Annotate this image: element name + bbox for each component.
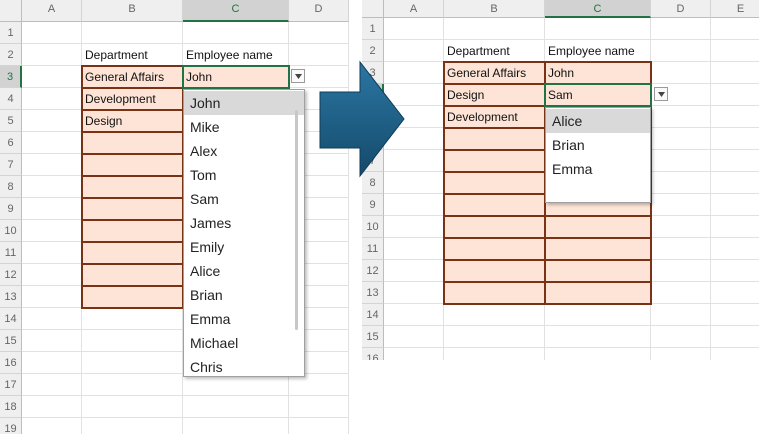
scrollbar-thumb[interactable] xyxy=(295,110,298,330)
row-header-1[interactable]: 1 xyxy=(0,22,22,44)
row-header-12[interactable]: 12 xyxy=(0,264,22,286)
chevron-down-icon xyxy=(295,74,302,79)
dropdown-option[interactable]: Emma xyxy=(184,307,304,331)
row-header-13[interactable]: 13 xyxy=(362,282,384,304)
row-header-10[interactable]: 10 xyxy=(0,220,22,242)
dropdown-option[interactable]: Alex xyxy=(184,139,304,163)
row-header-12[interactable]: 12 xyxy=(362,260,384,282)
dropdown-list: Alice Brian Emma xyxy=(545,107,651,203)
row-header-15[interactable]: 15 xyxy=(0,330,22,352)
employee-cell[interactable]: John xyxy=(548,62,648,84)
column-header-a[interactable]: A xyxy=(22,0,82,22)
dropdown-option[interactable]: Emma xyxy=(546,157,650,181)
left-spreadsheet: Department Employee name General Affairs De… xyxy=(0,0,360,434)
active-cell-border xyxy=(182,65,290,89)
table-border-h xyxy=(443,237,652,239)
right-arrow-icon xyxy=(319,60,405,178)
column-header-c[interactable]: C xyxy=(183,0,289,22)
employee-name-header: Employee name xyxy=(186,48,273,62)
row-header-19[interactable]: 19 xyxy=(0,418,22,434)
department-cell[interactable]: Design xyxy=(85,110,182,132)
gridline-h xyxy=(384,325,759,326)
right-spreadsheet: Department Employee name General Affairs De… xyxy=(362,0,759,360)
column-header-d[interactable]: D xyxy=(651,0,711,18)
row-header-6[interactable]: 6 xyxy=(0,132,22,154)
column-header-d[interactable]: D xyxy=(289,0,349,22)
select-all-corner[interactable] xyxy=(0,0,22,22)
table-border-v xyxy=(443,61,445,305)
gridline-h xyxy=(22,417,349,418)
gridline-h xyxy=(384,347,759,348)
table-border-h xyxy=(443,215,652,217)
gridline-h xyxy=(22,395,349,396)
department-cell[interactable]: General Affairs xyxy=(447,62,544,84)
row-header-13[interactable]: 13 xyxy=(0,286,22,308)
department-cell[interactable]: Development xyxy=(447,106,544,128)
gridline-v xyxy=(710,18,711,360)
dropdown-option[interactable]: Emily xyxy=(184,235,304,259)
column-header-c[interactable]: C xyxy=(545,0,651,18)
dropdown-option[interactable]: John xyxy=(184,91,304,115)
row-header-8[interactable]: 8 xyxy=(0,176,22,198)
dropdown-option[interactable]: Michael xyxy=(184,331,304,355)
dropdown-option[interactable]: Brian xyxy=(546,133,650,157)
dropdown-list: John Mike Alex Tom Sam James Emily Alice Brian Em… xyxy=(183,89,305,377)
dropdown-option[interactable]: Alice xyxy=(184,259,304,283)
dropdown-option[interactable]: Chris xyxy=(184,355,304,376)
row-header-14[interactable]: 14 xyxy=(0,308,22,330)
row-header-5[interactable]: 5 xyxy=(0,110,22,132)
row-header-16[interactable]: 16 xyxy=(0,352,22,374)
row-header-4[interactable]: 4 xyxy=(0,88,22,110)
table-border-h xyxy=(443,259,652,261)
row-header-3[interactable]: 3 xyxy=(0,66,22,88)
chevron-down-icon xyxy=(658,92,665,97)
row-header-15[interactable]: 15 xyxy=(362,326,384,348)
dropdown-option[interactable]: James xyxy=(184,211,304,235)
department-cell[interactable]: Development xyxy=(85,88,182,110)
dropdown-option[interactable]: Brian xyxy=(184,283,304,307)
row-header-7[interactable]: 7 xyxy=(0,154,22,176)
row-header-11[interactable]: 11 xyxy=(0,242,22,264)
table-border-v xyxy=(81,65,83,309)
department-cell[interactable]: Design xyxy=(447,84,544,106)
row-header-1[interactable]: 1 xyxy=(362,18,384,40)
row-header-9[interactable]: 9 xyxy=(362,194,384,216)
dropdown-option[interactable]: Sam xyxy=(184,187,304,211)
dropdown-option[interactable]: Alice xyxy=(546,109,650,133)
table-border-h xyxy=(443,281,652,283)
active-cell-border xyxy=(544,83,652,107)
select-all-corner[interactable] xyxy=(362,0,384,18)
department-header: Department xyxy=(447,44,510,58)
dropdown-option[interactable]: Mike xyxy=(184,115,304,139)
column-header-b[interactable]: B xyxy=(82,0,183,22)
row-header-16[interactable]: 16 xyxy=(362,348,384,360)
dropdown-button[interactable] xyxy=(654,87,668,101)
column-header-a[interactable]: A xyxy=(384,0,444,18)
department-cell[interactable]: General Affairs xyxy=(85,66,182,88)
dropdown-option[interactable]: Tom xyxy=(184,163,304,187)
row-header-18[interactable]: 18 xyxy=(0,396,22,418)
table-border-h xyxy=(443,303,652,305)
employee-name-header: Employee name xyxy=(548,44,635,58)
department-header: Department xyxy=(85,48,148,62)
row-header-10[interactable]: 10 xyxy=(362,216,384,238)
row-header-14[interactable]: 14 xyxy=(362,304,384,326)
row-header-9[interactable]: 9 xyxy=(0,198,22,220)
row-header-17[interactable]: 17 xyxy=(0,374,22,396)
column-header-b[interactable]: B xyxy=(444,0,545,18)
row-header-11[interactable]: 11 xyxy=(362,238,384,260)
row-header-2[interactable]: 2 xyxy=(362,40,384,62)
dropdown-button[interactable] xyxy=(291,69,305,83)
column-header-e[interactable]: E xyxy=(711,0,759,18)
row-header-2[interactable]: 2 xyxy=(0,44,22,66)
